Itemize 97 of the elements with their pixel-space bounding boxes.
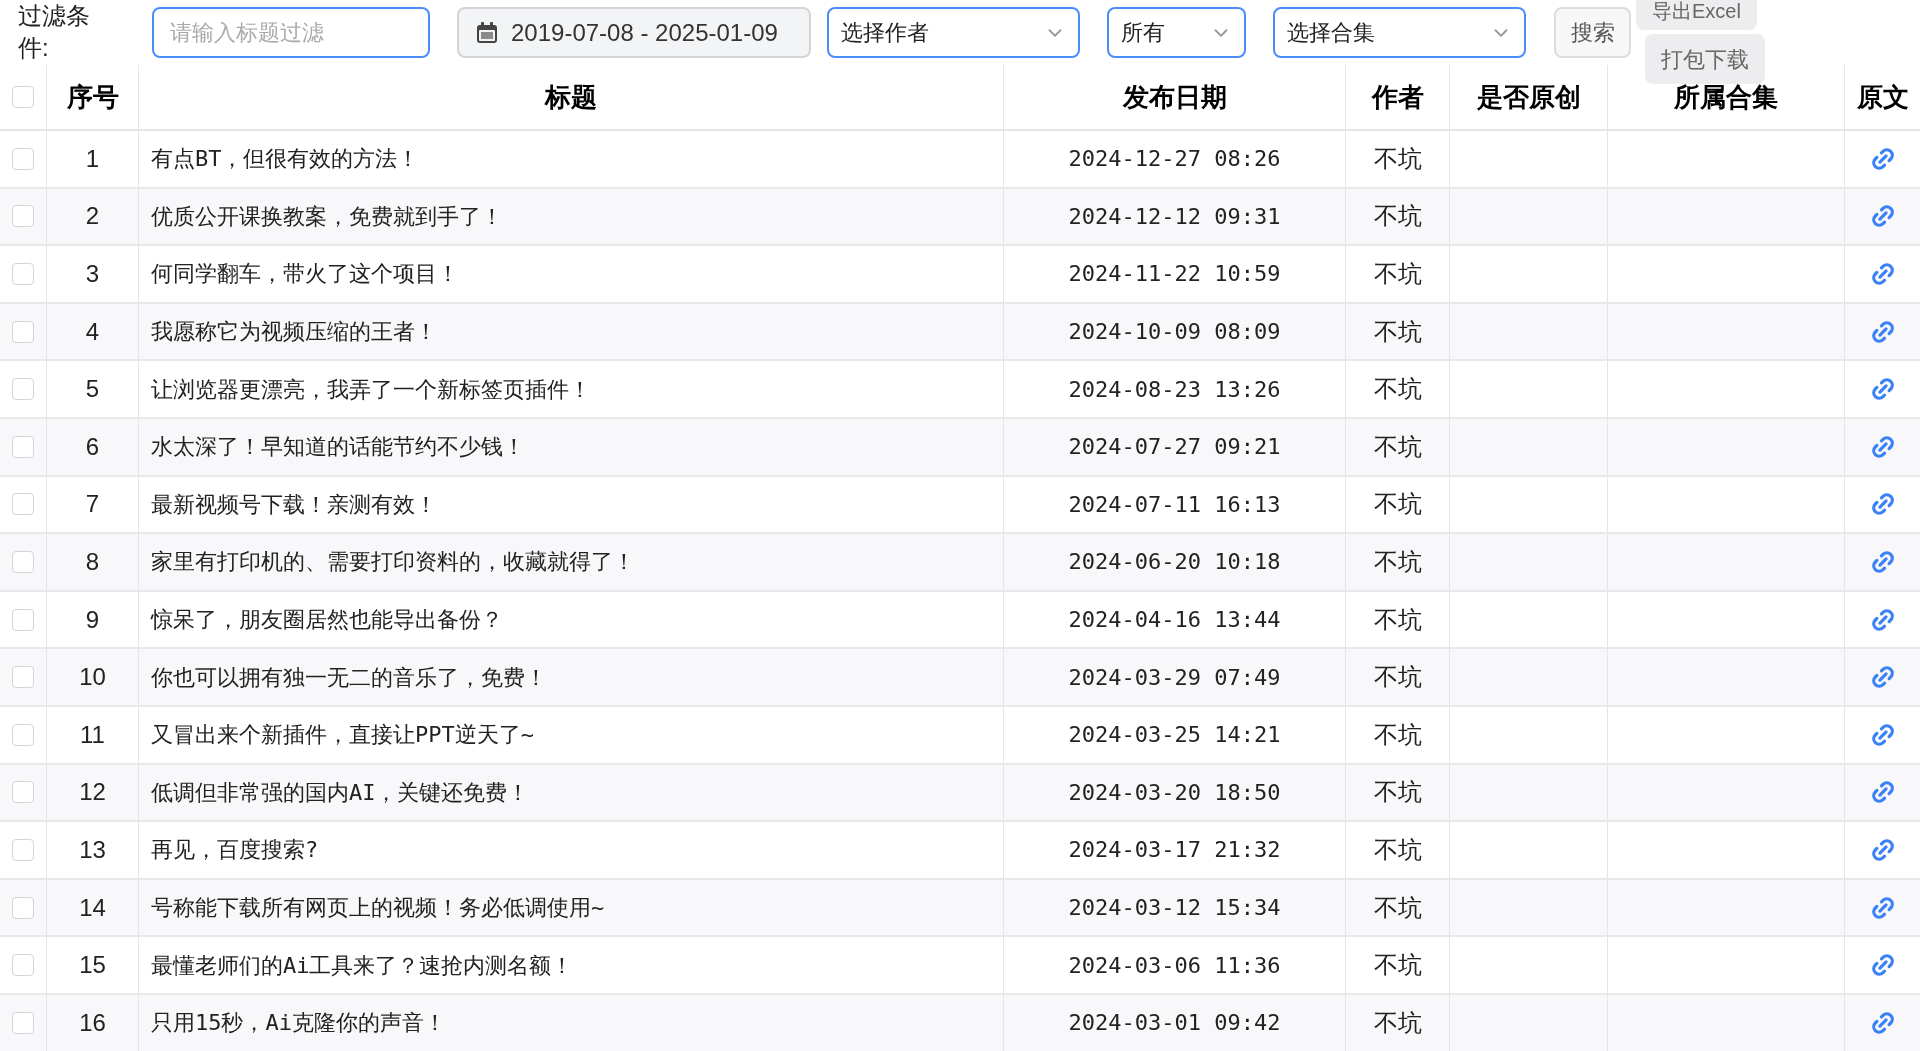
author-cell-text: 不坑	[1373, 892, 1422, 923]
author-cell-text: 不坑	[1373, 201, 1422, 232]
author-cell-text: 不坑	[1373, 950, 1422, 981]
date-cell-text: 2024-04-16 13:44	[1068, 606, 1281, 635]
checkbox[interactable]	[12, 608, 34, 631]
column-header: 是否原创	[1476, 80, 1581, 114]
index-cell-text: 14	[79, 892, 106, 923]
checkbox[interactable]	[12, 263, 34, 285]
title-cell-text: 最懂老师们的Ai工具来了？速抢内测名额！	[151, 951, 574, 980]
checkbox[interactable]	[12, 896, 34, 919]
index-cell-text: 5	[85, 374, 100, 405]
checkbox[interactable]	[12, 666, 34, 689]
index-cell-text: 12	[79, 777, 106, 808]
title-filter-field[interactable]: 请输入标题过滤	[152, 7, 430, 58]
title-cell-text: 有点BT，但很有效的方法！	[151, 145, 420, 174]
date-cell-text: 2024-03-20 18:50	[1068, 778, 1281, 807]
column-header: 作者	[1371, 80, 1424, 114]
title-cell-text: 何同学翻车，带火了这个项目！	[151, 260, 459, 289]
select-field[interactable]: 选择合集	[1273, 7, 1526, 58]
column-header: 序号	[66, 80, 119, 114]
search-button[interactable]: 搜索	[1554, 7, 1631, 58]
title-cell-text: 再见，百度搜索?	[151, 836, 319, 865]
checkbox[interactable]	[12, 435, 34, 458]
column-header: 发布日期	[1122, 80, 1227, 114]
index-cell-text: 1	[85, 143, 100, 174]
author-cell-text: 不坑	[1373, 834, 1422, 865]
index-cell-text: 16	[79, 1007, 106, 1038]
index-cell-text: 8	[85, 546, 100, 577]
checkbox[interactable]	[12, 493, 34, 516]
author-cell-text: 不坑	[1373, 719, 1422, 750]
author-cell-text: 不坑	[1373, 604, 1422, 635]
title-cell-text: 我愿称它为视频压缩的王者！	[151, 318, 437, 347]
date-cell-text: 2024-12-12 09:31	[1068, 202, 1281, 231]
index-cell-text: 9	[85, 604, 100, 635]
author-cell-text: 不坑	[1373, 374, 1422, 405]
title-cell-text: 号称能下载所有网页上的视频！务必低调使用~	[151, 894, 605, 922]
checkbox[interactable]	[12, 550, 34, 573]
checkbox[interactable]	[12, 320, 34, 343]
title-cell-text: 水太深了！早知道的话能节约不少钱！	[151, 433, 525, 462]
index-cell-text: 6	[85, 431, 100, 462]
index-cell-text: 3	[85, 259, 100, 289]
date-cell-text: 2024-12-27 08:26	[1068, 145, 1281, 174]
select-field[interactable]: 选择作者	[827, 7, 1080, 58]
author-cell-text: 不坑	[1373, 431, 1422, 462]
title-cell-text: 家里有打印机的、需要打印资料的，收藏就得了！	[151, 548, 635, 577]
date-cell-text: 2024-07-11 16:13	[1068, 490, 1281, 519]
index-cell-text: 13	[79, 834, 106, 865]
title-cell-text: 你也可以拥有独一无二的音乐了，免费！	[151, 663, 547, 692]
author-cell-text: 不坑	[1373, 489, 1422, 520]
author-cell-text: 不坑	[1373, 143, 1422, 174]
author-cell-text: 不坑	[1373, 259, 1422, 289]
title-cell-text: 惊呆了，朋友圈居然也能导出备份？	[151, 606, 503, 635]
index-cell-text: 10	[79, 662, 106, 693]
checkbox[interactable]	[12, 378, 34, 401]
checkbox[interactable]	[12, 86, 34, 108]
title-cell-text: 只用15秒，Ai克隆你的声音！	[151, 1009, 446, 1038]
download-button[interactable]: 打包下载	[1645, 34, 1765, 84]
author-cell-text: 不坑	[1373, 777, 1422, 808]
column-header: 原文	[1856, 80, 1909, 114]
date-cell-text: 2024-03-25 14:21	[1068, 721, 1281, 750]
title-cell-text: 又冒出来个新插件，直接让PPT逆天了~	[151, 721, 534, 750]
author-cell-text: 不坑	[1373, 662, 1422, 693]
index-cell-text: 2	[85, 201, 100, 232]
date-cell-text: 2024-03-17 21:32	[1068, 836, 1281, 865]
select-field[interactable]: 所有	[1107, 7, 1246, 58]
date-cell-text: 2024-07-27 09:21	[1068, 433, 1281, 462]
date-cell-text: 2024-03-06 11:36	[1068, 951, 1281, 980]
date-cell-text: 2024-10-09 08:09	[1068, 318, 1281, 347]
index-cell-text: 4	[85, 316, 100, 347]
title-cell-text: 最新视频号下载！亲测有效！	[151, 490, 437, 519]
date-cell-text: 2024-03-01 09:42	[1068, 1009, 1281, 1038]
index-cell-text: 15	[79, 950, 106, 981]
export-excel-button[interactable]: 导出Excel	[1636, 0, 1757, 30]
title-cell-text: 低调但非常强的国内AI，关键还免费！	[151, 778, 530, 807]
index-cell-text: 11	[80, 719, 105, 750]
date-cell-text: 2024-03-29 07:49	[1068, 663, 1281, 692]
checkbox[interactable]	[12, 954, 34, 977]
date-cell-text: 2024-06-20 10:18	[1068, 548, 1281, 577]
calendar-icon	[475, 20, 499, 45]
title-cell-text: 优质公开课换教案，免费就到手了！	[151, 202, 503, 231]
filter-label: 过滤条件:	[18, 0, 90, 63]
checkbox[interactable]	[12, 781, 34, 804]
index-cell-text: 7	[85, 489, 100, 520]
author-cell-text: 不坑	[1373, 316, 1422, 347]
checkbox[interactable]	[12, 205, 34, 228]
title-cell-text: 让浏览器更漂亮，我弄了一个新标签页插件！	[151, 375, 591, 404]
author-cell-text: 不坑	[1373, 546, 1422, 577]
date-cell-text: 2024-03-12 15:34	[1068, 894, 1281, 922]
checkbox[interactable]	[12, 147, 34, 170]
date-cell-text: 2024-11-22 10:59	[1068, 260, 1281, 289]
date-cell-text: 2024-08-23 13:26	[1068, 375, 1281, 404]
checkbox[interactable]	[12, 723, 34, 746]
date-range-field[interactable]: 2019-07-08 - 2025-01-09	[457, 7, 811, 58]
checkbox[interactable]	[12, 838, 34, 861]
checkbox[interactable]	[12, 1011, 34, 1034]
author-cell-text: 不坑	[1373, 1007, 1422, 1038]
column-header: 标题	[545, 80, 597, 114]
